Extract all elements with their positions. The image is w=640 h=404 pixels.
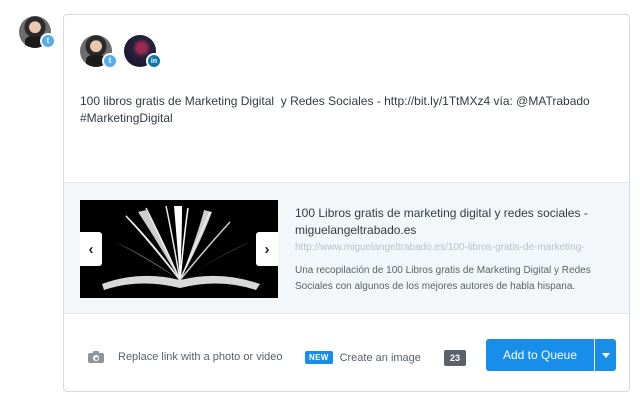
composer-card: t in 100 libros gratis de Marketing Digi… xyxy=(63,14,630,392)
composer-footer: Replace link with a photo or video NEW C… xyxy=(64,314,629,391)
linkedin-icon: in xyxy=(146,53,162,69)
twitter-icon: t xyxy=(102,53,118,69)
new-badge: NEW xyxy=(305,351,333,364)
selected-profile-linkedin[interactable]: in xyxy=(124,35,162,69)
chevron-left-icon: ‹ xyxy=(88,240,94,258)
open-book-image xyxy=(80,200,278,298)
add-to-queue-button[interactable]: Add to Queue xyxy=(486,339,594,371)
replace-link-label: Replace link with a photo or video xyxy=(118,351,283,363)
link-url: http://www.miguelangeltrabado.es/100-lib… xyxy=(295,242,585,253)
next-image-button[interactable]: › xyxy=(256,232,278,266)
link-preview-info: 100 Libros gratis de marketing digital y… xyxy=(295,205,615,295)
create-image-button[interactable]: NEW Create an image xyxy=(305,351,421,364)
previous-image-button[interactable]: ‹ xyxy=(80,232,102,266)
selected-profile-twitter[interactable]: t xyxy=(80,35,118,69)
replace-link-button[interactable]: Replace link with a photo or video xyxy=(88,351,282,363)
create-image-label: Create an image xyxy=(339,351,421,364)
link-title[interactable]: 100 Libros gratis de marketing digital y… xyxy=(295,205,615,239)
character-counter: 23 xyxy=(444,350,466,366)
link-attachment: ‹ › 100 Libros gratis de marketing digit… xyxy=(64,182,629,314)
link-thumbnail: ‹ › xyxy=(80,200,278,298)
twitter-icon: t xyxy=(40,33,56,49)
chevron-right-icon: › xyxy=(264,240,270,258)
camera-icon xyxy=(88,351,104,363)
chevron-down-icon xyxy=(601,352,610,358)
link-description[interactable]: Una recopilación de 100 Libros gratis de… xyxy=(295,263,615,295)
account-avatar[interactable]: t xyxy=(19,16,56,49)
composer-textarea[interactable]: 100 libros gratis de Marketing Digital y… xyxy=(80,93,610,127)
queue-options-button[interactable] xyxy=(595,339,616,371)
